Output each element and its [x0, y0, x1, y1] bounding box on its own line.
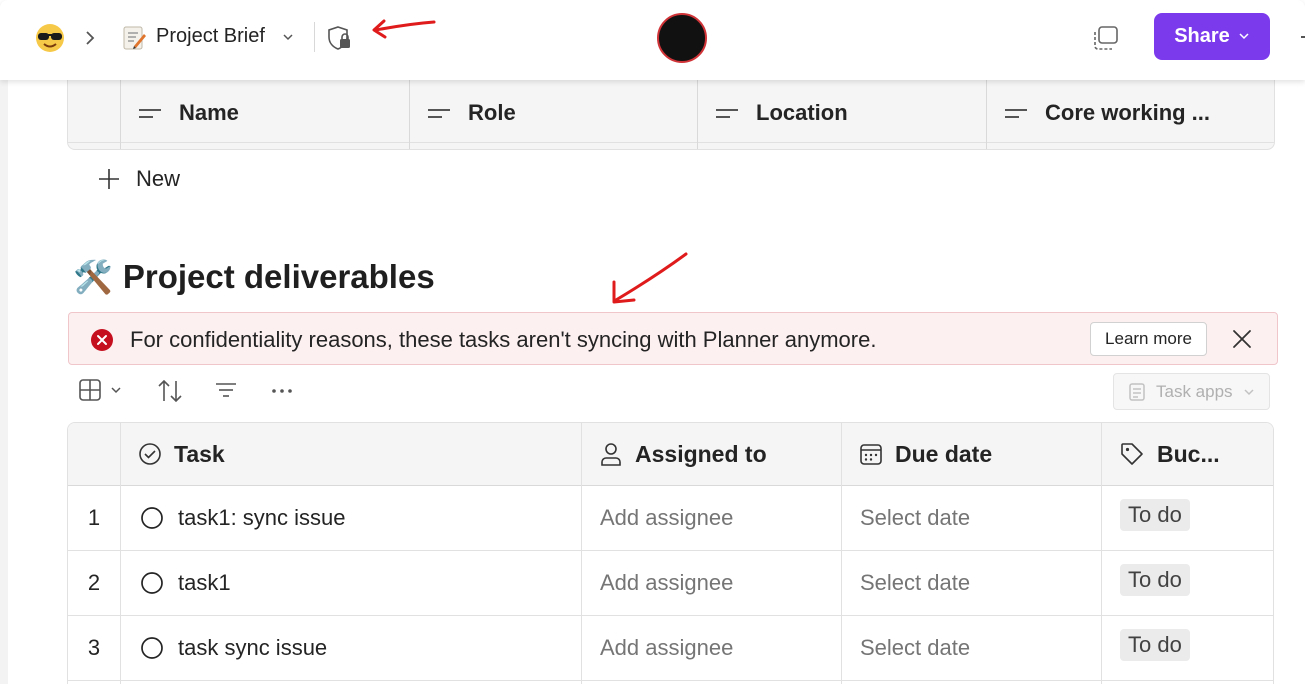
more-options-button[interactable]	[270, 378, 294, 402]
chevron-down-icon	[1244, 388, 1254, 395]
chevron-down-icon	[111, 387, 121, 394]
new-label: New	[136, 166, 181, 191]
ellipsis-icon	[272, 389, 292, 393]
text-lines-icon	[428, 109, 450, 118]
table-row[interactable]: 3 task sync issue Add assignee Select da…	[68, 616, 1273, 681]
share-label: Share	[1174, 25, 1230, 47]
due-date-field[interactable]: Select date	[860, 551, 970, 615]
bucket-pill: To do	[1120, 499, 1190, 531]
due-date-field[interactable]: Select date	[860, 486, 970, 550]
sort-button[interactable]	[156, 378, 184, 404]
check-circle-icon	[139, 443, 161, 465]
people-table: Name Role Location Core working ...	[67, 80, 1275, 150]
circle-icon	[141, 507, 163, 529]
column-header-location[interactable]: Location	[697, 80, 986, 149]
column-label: Location	[756, 100, 848, 125]
annotation-arrow	[368, 12, 438, 44]
due-date-field[interactable]: Select date	[860, 616, 970, 680]
column-label: Role	[468, 100, 516, 125]
circle-icon	[141, 572, 163, 594]
new-row-button[interactable]: New	[96, 166, 180, 192]
top-bar: Project Brief Share	[0, 0, 1305, 80]
column-label: Buc...	[1157, 440, 1220, 467]
column-header-core-working[interactable]: Core working ...	[986, 80, 1274, 149]
page-title[interactable]: Project Brief	[156, 25, 265, 48]
task-apps-icon	[1129, 382, 1145, 401]
left-edge	[0, 80, 8, 684]
error-icon	[91, 329, 113, 351]
bucket-field[interactable]: To do	[1120, 483, 1190, 547]
task-name[interactable]: task sync issue	[178, 616, 327, 680]
column-header-task[interactable]: Task	[138, 423, 225, 485]
task-name[interactable]: task1: sync issue	[178, 486, 346, 550]
hammer-wrench-icon: 🛠️	[73, 259, 113, 295]
filter-button[interactable]	[214, 378, 238, 402]
bucket-field[interactable]: To do	[1120, 613, 1190, 677]
person-icon	[601, 443, 621, 466]
assignee-field[interactable]: Add assignee	[600, 551, 733, 615]
task-apps-button[interactable]: Task apps	[1113, 373, 1270, 410]
circle-icon	[141, 637, 163, 659]
chevron-down-icon	[1238, 25, 1250, 48]
text-lines-icon	[139, 109, 161, 118]
task-apps-label: Task apps	[1156, 381, 1233, 401]
bucket-pill: To do	[1120, 564, 1190, 596]
chevron-right-icon	[84, 28, 96, 48]
close-icon[interactable]	[1231, 328, 1253, 350]
row-number: 1	[87, 505, 101, 530]
bucket-field[interactable]: To do	[1120, 548, 1190, 612]
task-complete-checkbox[interactable]	[140, 616, 164, 680]
assignee-field[interactable]: Add assignee	[600, 486, 733, 550]
view-switcher-button[interactable]	[78, 378, 124, 402]
row-number: 3	[87, 635, 101, 660]
sort-icon	[158, 379, 182, 403]
column-label: Due date	[895, 440, 993, 467]
task-table: Task Assigned to Due date Buc... 1 task1…	[67, 422, 1274, 684]
annotation-arrow	[606, 250, 692, 308]
banner-message: For confidentiality reasons, these tasks…	[130, 327, 877, 352]
column-header-due-date[interactable]: Due date	[859, 423, 992, 485]
column-header-name[interactable]: Name	[120, 80, 409, 149]
text-lines-icon	[716, 109, 738, 118]
copy-screen-icon[interactable]	[1091, 24, 1121, 52]
page-memo-icon	[120, 24, 148, 52]
emoji-avatar-icon[interactable]	[34, 22, 66, 54]
plus-icon	[99, 169, 119, 189]
task-name[interactable]: task1	[178, 551, 231, 615]
bucket-pill: To do	[1120, 629, 1190, 661]
shield-lock-icon[interactable]	[326, 24, 352, 52]
column-label: Task	[174, 440, 225, 467]
filter-icon	[216, 383, 236, 397]
chevron-down-icon[interactable]	[281, 30, 295, 44]
sync-warning-banner: For confidentiality reasons, these tasks…	[68, 312, 1278, 365]
column-header-assigned[interactable]: Assigned to	[599, 423, 767, 485]
task-complete-checkbox[interactable]	[140, 551, 164, 615]
section-heading: 🛠️ Project deliverables	[73, 258, 435, 296]
toolbar-divider	[314, 22, 315, 52]
tag-icon	[1121, 443, 1143, 465]
column-header-bucket[interactable]: Buc...	[1119, 423, 1220, 485]
more-icon[interactable]	[1298, 28, 1305, 48]
column-label: Assigned to	[635, 440, 767, 467]
user-avatar[interactable]	[657, 13, 707, 63]
row-number: 2	[87, 570, 101, 595]
column-header-role[interactable]: Role	[409, 80, 697, 149]
table-row[interactable]: 2 task1 Add assignee Select date To do	[68, 551, 1273, 616]
task-complete-checkbox[interactable]	[140, 486, 164, 550]
assignee-field[interactable]: Add assignee	[600, 616, 733, 680]
learn-more-button[interactable]: Learn more	[1090, 322, 1207, 356]
share-button[interactable]: Share	[1154, 13, 1270, 60]
column-label: Name	[179, 100, 239, 125]
calendar-icon	[860, 444, 882, 465]
grid-view-icon	[79, 379, 101, 401]
text-lines-icon	[1005, 109, 1027, 118]
column-label: Core working ...	[1045, 100, 1211, 125]
section-title: Project deliverables	[122, 258, 435, 295]
table-row[interactable]: 1 task1: sync issue Add assignee Select …	[68, 486, 1273, 551]
